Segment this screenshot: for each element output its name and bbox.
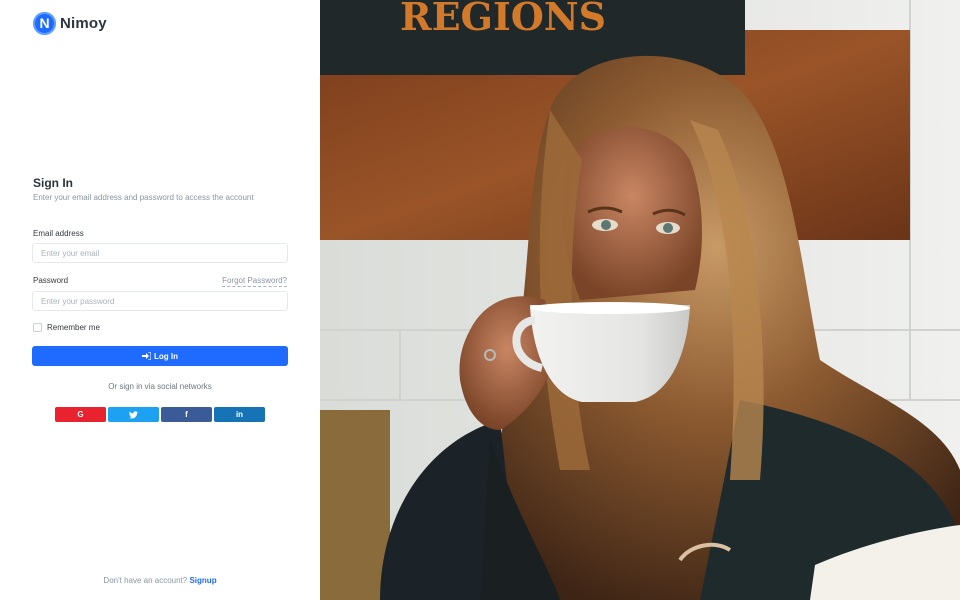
woman-drinking-coffee-image: REGIONS [320,0,960,600]
twitter-icon [129,410,138,419]
login-button-label: Log In [154,351,178,361]
forgot-password-link[interactable]: Forgot Password? [222,276,287,287]
email-label: Email address [33,229,84,238]
signup-prompt-text: Don't have an account? [103,576,188,585]
remember-me-control[interactable]: Remember me [33,323,100,332]
page-title: Sign In [33,176,73,190]
logo-mark: N [33,12,56,35]
facebook-icon: f [185,410,188,419]
brand-logo[interactable]: N Nimoy [33,12,107,35]
signup-prompt: Don't have an account? Signup [0,576,320,585]
brand-name: Nimoy [60,15,107,32]
password-field[interactable] [32,291,288,311]
remember-me-label: Remember me [47,323,100,332]
remember-me-checkbox[interactable] [33,323,42,332]
social-caption: Or sign in via social networks [108,382,212,391]
social-buttons: G f in [55,407,265,422]
linkedin-icon: in [235,410,244,419]
linkedin-signin-button[interactable]: in [214,407,265,422]
google-signin-button[interactable]: G [55,407,106,422]
page-subtitle: Enter your email address and password to… [33,193,254,202]
hero-photo: REGIONS [320,0,960,600]
login-icon [142,352,151,360]
login-button[interactable]: Log In [32,346,288,366]
facebook-signin-button[interactable]: f [161,407,212,422]
signup-link[interactable]: Signup [189,576,216,585]
password-label: Password [33,276,69,285]
sign-text: REGIONS [400,0,606,39]
sign-in-panel: N Nimoy Sign In Enter your email address… [0,0,320,600]
email-field[interactable] [32,243,288,263]
google-icon: G [77,410,84,419]
twitter-signin-button[interactable] [108,407,159,422]
